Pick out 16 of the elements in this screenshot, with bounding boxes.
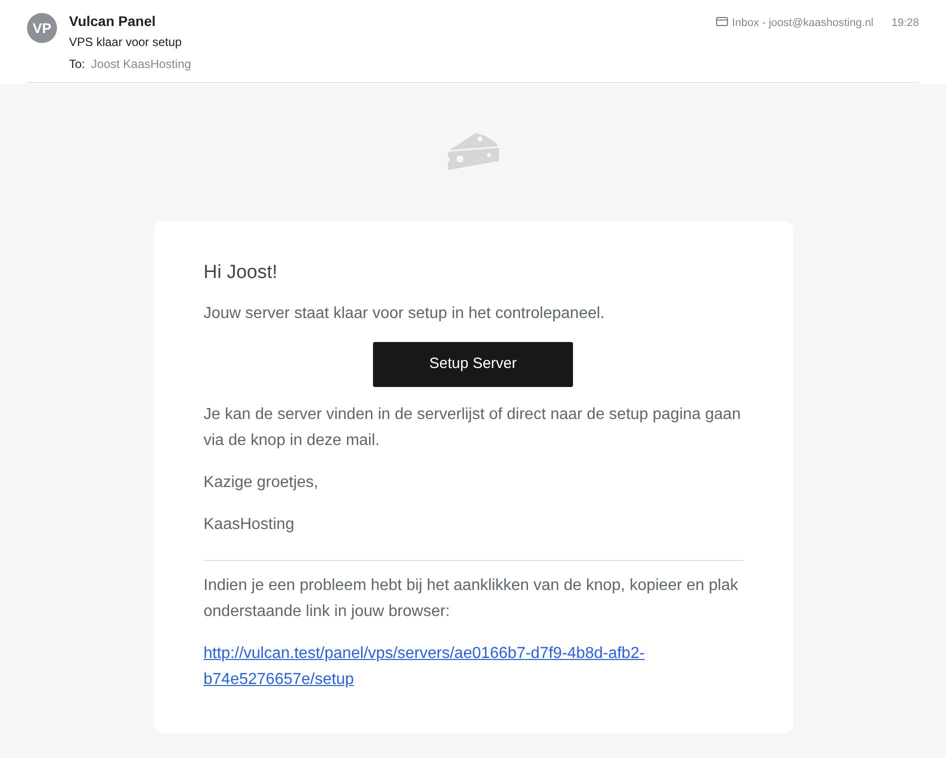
setup-server-button[interactable]: Setup Server [373,342,573,386]
help-text: Indien je een probleem hebt bij het aanklikken van de knop, kopieer en plak onderstaande link in jouw browser: [204,576,740,622]
body-text: KaasHosting [204,514,296,534]
greeting: Hi Joost! [204,261,278,285]
mailbox-label: Inbox - joost@kaashosting.nl [732,16,874,31]
email-subject: VPS klaar voor setup [69,34,183,51]
recipient-name: Joost KaasHosting [91,56,192,73]
body-text: Kazige groetjes, [204,472,320,492]
intro-text: Jouw server staat klaar voor setup in het controlepaneel. [204,304,606,324]
sender-name: Vulcan Panel [69,13,157,29]
to-label: To: [69,56,86,73]
mailbox-icon [716,17,728,26]
setup-link[interactable]: http://vulcan.test/panel/vps/servers/ae0166b7-d7f9-4b8d-afb2-b74e5276657e/setup [204,640,684,692]
avatar: VP [27,13,57,43]
received-time: 19:28 [891,16,919,31]
body-text: Je kan de server vinden in de serverlijst of direct naar de setup pagina gaan via de knop in deze mail. [204,404,742,450]
